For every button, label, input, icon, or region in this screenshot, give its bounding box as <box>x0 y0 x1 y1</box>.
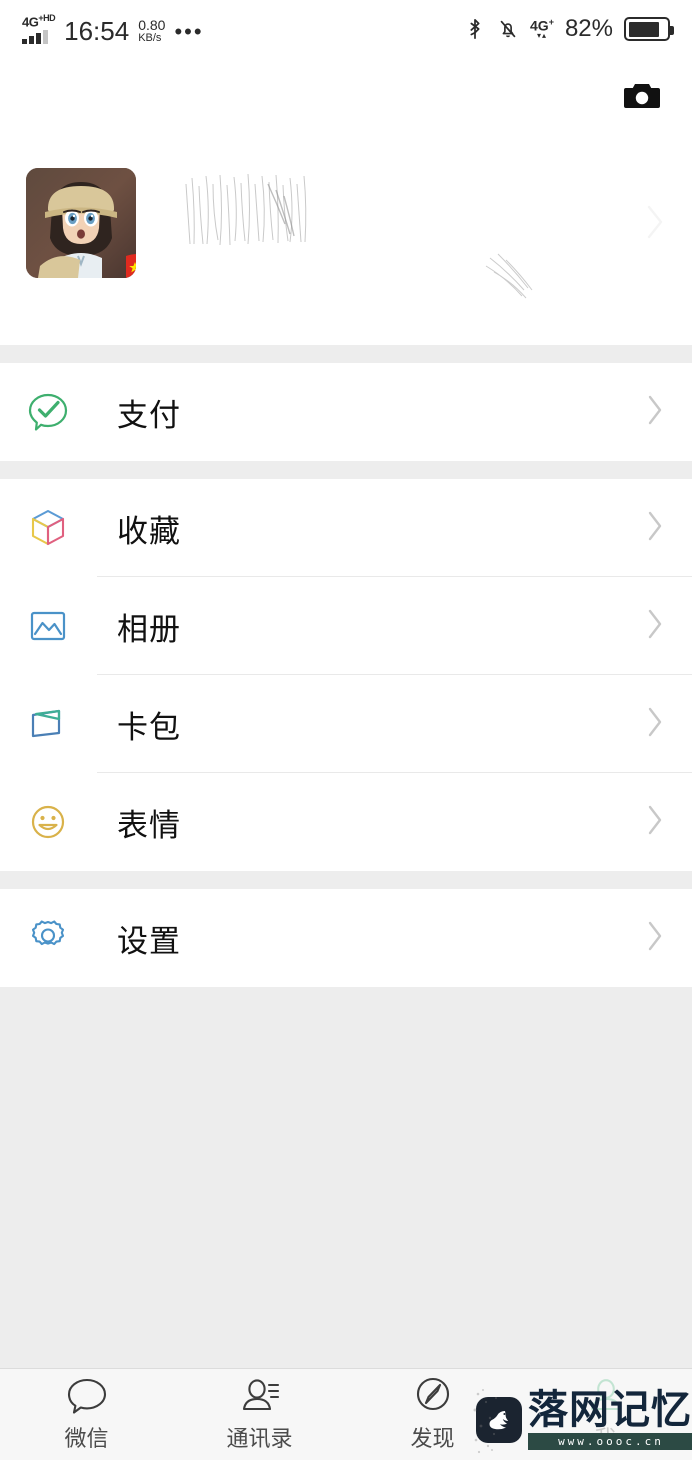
menu-item-label: 卡包 <box>117 709 181 746</box>
signal-bars-icon <box>22 30 48 45</box>
chevron-right-icon <box>646 804 664 841</box>
sticker-smiley-icon <box>25 799 71 845</box>
camera-icon <box>624 84 660 108</box>
menu-item-label: 表情 <box>117 807 181 844</box>
menu-item-label: 设置 <box>117 923 181 960</box>
network-indicator-2: 4G+ ▾▴ <box>530 16 554 41</box>
chat-bubble-icon <box>67 1378 106 1414</box>
watermark-url: www.oooc.cn <box>528 1433 692 1450</box>
signal-indicator: 4G+HD <box>22 12 56 45</box>
avatar[interactable] <box>26 168 136 278</box>
status-bar-left: 4G+HD 16:54 0.80 KB/s ••• <box>22 12 204 47</box>
camera-button[interactable] <box>620 77 664 115</box>
china-flag-badge <box>126 254 136 278</box>
network2-sup: + <box>548 16 554 27</box>
contacts-person-icon <box>242 1379 279 1411</box>
clock-text: 16:54 <box>64 16 130 47</box>
tab-label: 通讯录 <box>226 1427 293 1452</box>
network-type-label: 4G+HD <box>22 12 56 30</box>
bottom-tab-bar: 微信 通讯录 发现 我 <box>0 1368 692 1460</box>
watermark-fog <box>473 1389 497 1454</box>
battery-fill <box>628 21 659 37</box>
favorites-cube-icon <box>25 505 71 551</box>
tab-label: 发现 <box>410 1427 455 1452</box>
menu-item-stickers[interactable]: 表情 <box>0 773 692 871</box>
tab-wechat[interactable]: 微信 <box>0 1369 173 1460</box>
profile-chevron-icon <box>647 205 663 239</box>
chevron-right-icon <box>646 920 664 957</box>
menu-item-cards[interactable]: 卡包 <box>0 675 692 773</box>
menu-item-settings[interactable]: 设置 <box>0 889 692 987</box>
menu-group-content: 收藏 相册 卡包 表情 <box>0 479 692 871</box>
watermark-text: 落网记忆 www.oooc.cn <box>528 1390 692 1450</box>
menu-item-label: 收藏 <box>117 513 181 550</box>
redaction-smudge <box>185 173 307 246</box>
menu-item-album[interactable]: 相册 <box>0 577 692 675</box>
menu-group-pay: 支付 <box>0 363 692 461</box>
bluetooth-icon <box>470 18 480 40</box>
menu-item-pay[interactable]: 支付 <box>0 363 692 461</box>
wechat-me-screen: 4G+HD 16:54 0.80 KB/s ••• 4G+ ▾▴ 82% 支付 … <box>0 0 692 1460</box>
section-gap <box>0 461 692 479</box>
chevron-right-icon <box>646 394 664 431</box>
menu-group-settings: 设置 <box>0 889 692 987</box>
cards-wallet-icon <box>25 701 71 747</box>
profile-header <box>0 58 692 345</box>
battery-percent-text: 82% <box>564 15 613 42</box>
watermark-brand: 落网记忆 <box>528 1387 692 1433</box>
chevron-right-icon <box>646 706 664 743</box>
data-speed-indicator: 0.80 KB/s <box>138 18 165 44</box>
more-dots-icon: ••• <box>174 18 204 44</box>
chevron-right-icon <box>646 608 664 645</box>
site-watermark: 落网记忆 www.oooc.cn <box>470 1380 692 1460</box>
battery-icon <box>624 17 674 41</box>
menu-item-label: 支付 <box>117 397 181 434</box>
data-speed-unit: KB/s <box>138 31 162 44</box>
menu-item-favorites[interactable]: 收藏 <box>0 479 692 577</box>
avatar-image <box>26 168 136 278</box>
network-type-sup: +HD <box>38 12 56 23</box>
redaction-smudge-2 <box>485 253 533 299</box>
section-gap <box>0 871 692 889</box>
album-photo-icon <box>25 603 71 649</box>
status-bar-right: 4G+ ▾▴ 82% <box>464 15 674 43</box>
pay-check-bubble-icon <box>25 389 71 435</box>
discover-compass-icon <box>416 1377 449 1411</box>
section-gap <box>0 345 692 363</box>
network-type-text: 4G <box>22 14 39 30</box>
bell-muted-icon <box>500 20 516 38</box>
menu-list: 支付 收藏 相册 卡包 表情 设置 <box>0 345 692 1367</box>
data-arrows-icon: ▾▴ <box>536 31 547 41</box>
network2-text: 4G+ <box>530 16 554 32</box>
menu-item-label: 相册 <box>117 611 181 648</box>
empty-area <box>0 987 692 1367</box>
tab-label: 微信 <box>64 1427 109 1452</box>
tab-contacts[interactable]: 通讯录 <box>173 1369 346 1460</box>
status-bar: 4G+HD 16:54 0.80 KB/s ••• 4G+ ▾▴ 82% <box>0 0 692 58</box>
settings-gear-icon <box>25 915 71 961</box>
chevron-right-icon <box>646 510 664 547</box>
data-speed-value: 0.80 <box>138 16 166 33</box>
